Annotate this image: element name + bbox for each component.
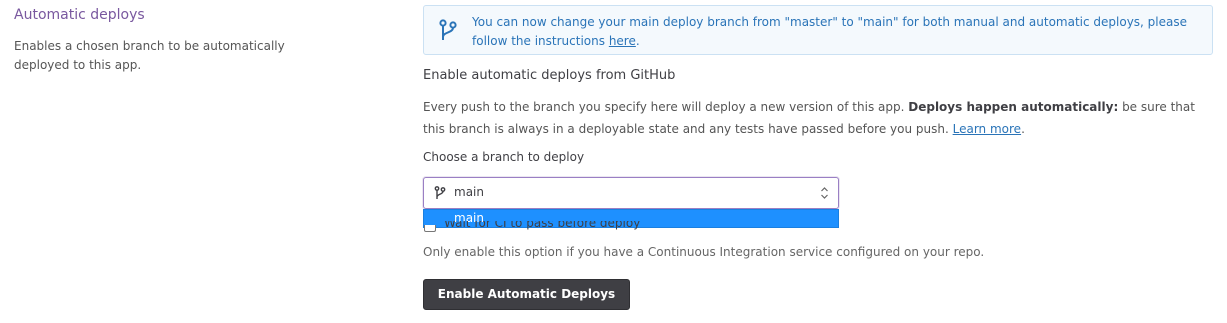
- section-description: Every push to the branch you specify her…: [423, 100, 1195, 136]
- git-branch-icon: [434, 186, 446, 199]
- automatic-deploys-title: Automatic deploys: [14, 7, 145, 23]
- learn-more-link[interactable]: Learn more: [953, 122, 1021, 136]
- branch-select-value: main: [454, 185, 484, 199]
- branch-select-label: Choose a branch to deploy: [423, 150, 585, 164]
- instructions-link[interactable]: here: [609, 34, 636, 48]
- ci-helper-text: Only enable this option if you have a Co…: [423, 245, 985, 259]
- chevron-updown-icon: [821, 187, 828, 199]
- git-branch-icon: [439, 19, 457, 40]
- wait-for-ci-checkbox[interactable]: [424, 225, 436, 232]
- section-title: Enable automatic deploys from GitHub: [423, 68, 676, 83]
- notice-text: You can now change your main deploy bran…: [472, 15, 1188, 48]
- automatic-deploys-description: Enables a chosen branch to be automatica…: [14, 39, 285, 72]
- wait-for-ci-label: Wait for CI to pass before deploy: [444, 221, 641, 230]
- branch-select[interactable]: main: [423, 177, 839, 209]
- enable-automatic-deploys-button[interactable]: Enable Automatic Deploys: [423, 279, 630, 310]
- branch-rename-notice: You can now change your main deploy bran…: [423, 5, 1213, 55]
